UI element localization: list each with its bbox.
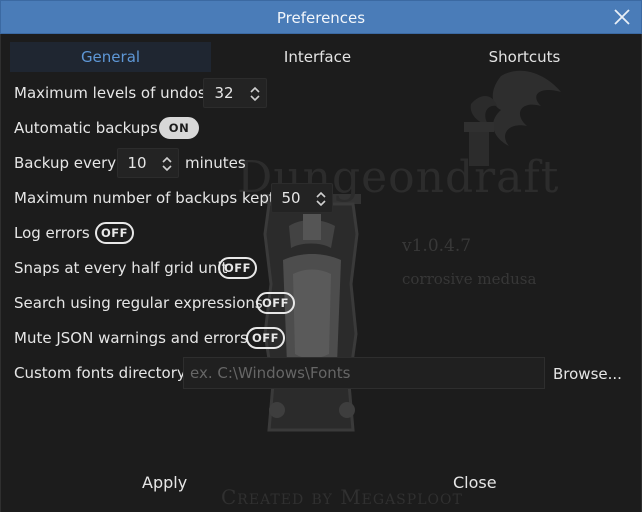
- version-label: v1.0.4.7: [402, 236, 472, 256]
- browse-button[interactable]: Browse...: [553, 365, 622, 383]
- codename-label: corrosive medusa: [402, 270, 537, 288]
- max-undos-spinbox[interactable]: 32: [203, 78, 267, 108]
- snaps-half-grid-toggle[interactable]: OFF: [218, 257, 257, 279]
- torch-flame-icon: [492, 70, 561, 146]
- tab-shortcuts[interactable]: Shortcuts: [424, 42, 625, 72]
- window-title: Preferences: [276, 9, 366, 27]
- apply-button[interactable]: Apply: [142, 473, 187, 492]
- fonts-dir-label: Custom fonts directory: [14, 364, 186, 382]
- backup-every-value: 10: [127, 154, 147, 172]
- log-errors-label: Log errors: [14, 224, 90, 242]
- mute-json-label: Mute JSON warnings and errors: [14, 329, 248, 347]
- spin-arrows-icon[interactable]: [160, 155, 174, 173]
- fonts-dir-input[interactable]: [183, 357, 545, 389]
- mute-json-toggle[interactable]: OFF: [246, 327, 285, 349]
- spin-arrows-icon[interactable]: [248, 85, 262, 103]
- close-icon[interactable]: [613, 8, 631, 26]
- backup-every-label: Backup every: [14, 154, 117, 172]
- tab-general[interactable]: General: [10, 42, 211, 72]
- max-undos-label: Maximum levels of undos: [14, 84, 206, 102]
- log-errors-toggle[interactable]: OFF: [95, 222, 134, 244]
- max-backups-label: Maximum number of backups kept: [14, 189, 275, 207]
- auto-backups-label: Automatic backups: [14, 119, 158, 137]
- auto-backups-toggle[interactable]: ON: [159, 117, 199, 139]
- spin-arrows-icon[interactable]: [314, 190, 328, 208]
- max-undos-value: 32: [214, 84, 234, 102]
- torch-goblet-icon: [464, 122, 494, 132]
- snaps-half-grid-label: Snaps at every half grid unit: [14, 259, 228, 277]
- tab-interface[interactable]: Interface: [217, 42, 418, 72]
- title-bar: Preferences: [0, 0, 642, 34]
- regex-search-toggle[interactable]: OFF: [256, 292, 295, 314]
- max-backups-spinbox[interactable]: 50: [271, 183, 333, 213]
- credit-label: Created by Megasploot: [221, 485, 463, 509]
- close-button[interactable]: Close: [453, 473, 497, 492]
- backup-every-suffix: minutes: [185, 154, 246, 172]
- max-backups-value: 50: [281, 189, 301, 207]
- backup-every-spinbox[interactable]: 10: [117, 148, 179, 178]
- regex-search-label: Search using regular expressions: [14, 294, 263, 312]
